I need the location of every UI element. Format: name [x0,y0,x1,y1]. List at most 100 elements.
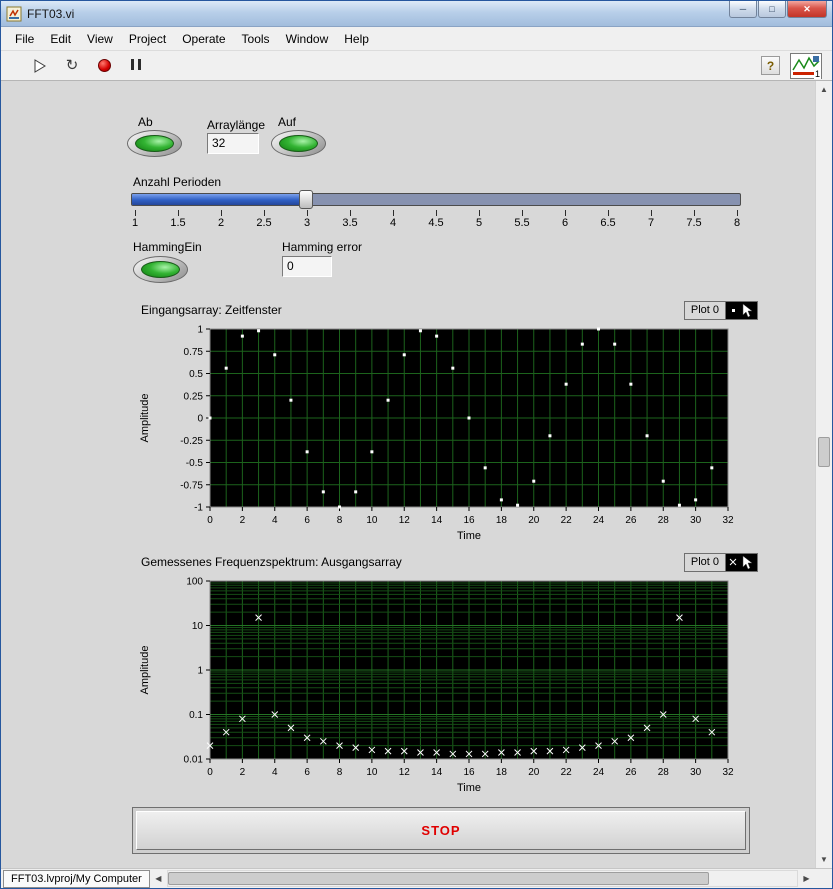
auf-led-icon [279,135,318,152]
vi-number-badge: 1 [813,68,821,79]
svg-text:6: 6 [304,767,310,778]
menu-operate[interactable]: Operate [174,29,233,49]
arraylaenge-label: Arraylänge [207,118,266,132]
front-panel: Ab Arraylänge 32 Auf Anzahl Perioden 1 1.… [1,81,815,868]
vertical-scrollbar-thumb[interactable] [818,436,830,467]
abort-button[interactable] [93,55,115,77]
menu-edit[interactable]: Edit [42,29,79,49]
vertical-scrollbar[interactable]: ▲ ▼ [815,81,832,868]
maximize-button[interactable]: □ [758,1,786,18]
slider-tick [608,210,609,216]
cursor-arrow-icon [742,302,753,317]
hamming-ein-label: HammingEin [133,240,202,254]
slider-tick-label: 7 [647,217,655,229]
svg-text:-0.75: -0.75 [180,480,203,491]
slider-tick-label: 6 [561,217,569,229]
slider-tick-label: 2.5 [256,217,272,229]
slider-tick [694,210,695,216]
svg-text:100: 100 [186,577,203,588]
time-graph-title: Eingangsarray: Zeitfenster [141,303,282,317]
svg-text:Amplitude: Amplitude [139,646,151,695]
svg-text:10: 10 [366,767,378,778]
statusbar: FFT03.lvproj/My Computer ◀ ▶ [1,868,832,888]
svg-text:12: 12 [399,767,411,778]
svg-text:1: 1 [197,666,203,677]
svg-text:0.01: 0.01 [184,755,204,766]
svg-text:20: 20 [528,767,540,778]
spectrum-graph-legend[interactable]: Plot 0 [683,552,758,572]
arraylaenge-input[interactable]: 32 [207,133,259,154]
menu-project[interactable]: Project [121,29,174,49]
tab-scroll-left-button[interactable]: ◀ [150,869,167,888]
help-button[interactable]: ? [761,56,780,75]
time-graph-legend[interactable]: Plot 0 [683,300,758,320]
svg-text:28: 28 [658,767,670,778]
hamming-led-icon [141,261,180,278]
svg-text:0.1: 0.1 [189,710,203,721]
slider-tick [479,210,480,216]
hamming-error-label: Hamming error [282,240,363,254]
menu-tools[interactable]: Tools [234,29,278,49]
svg-text:1: 1 [197,325,203,336]
slider-tick-label: 1 [131,217,139,229]
time-domain-chart: 10.750.50.250-0.25-0.5-0.75-10 2 4 6 8 10 12 14… [139,325,734,543]
hamming-error-output: 0 [282,256,332,277]
scroll-up-button[interactable]: ▲ [816,81,832,98]
svg-text:2: 2 [240,515,246,526]
stop-button[interactable]: STOP [136,811,746,850]
slider-tick [221,210,222,216]
slider-tick-label: 2 [217,217,225,229]
slider-tick [350,210,351,216]
cursor-arrow-icon [742,554,753,569]
ab-button[interactable] [127,130,182,157]
svg-text:16: 16 [463,767,475,778]
slider-tick-label: 3 [303,217,311,229]
scroll-right-icon: ▶ [803,874,810,883]
svg-text:24: 24 [593,767,605,778]
scrollbar-corner [815,869,832,888]
slider-tick [393,210,394,216]
close-button[interactable]: ✕ [787,1,827,18]
run-continuous-button[interactable]: ↻ [61,55,83,77]
titlebar[interactable]: FFT03.vi ─ □ ✕ [1,1,832,27]
slider-tick [565,210,566,216]
svg-text:18: 18 [496,515,508,526]
svg-text:12: 12 [399,515,411,526]
toolbar: ↻ ? 1 [1,51,832,81]
svg-text:14: 14 [431,767,443,778]
svg-text:10: 10 [366,515,378,526]
slider-fill [132,194,306,205]
svg-text:30: 30 [690,515,702,526]
svg-text:8: 8 [337,767,343,778]
pause-button[interactable] [125,55,147,77]
svg-text:0: 0 [197,414,203,425]
vertical-scrollbar-track[interactable] [816,98,832,851]
auf-button[interactable] [271,130,326,157]
auf-label: Auf [278,115,297,129]
scroll-right-button[interactable]: ▶ [798,869,815,888]
scroll-up-icon: ▲ [820,85,828,94]
legend-marker-chip [725,553,757,571]
minimize-button[interactable]: ─ [729,1,757,18]
horizontal-scrollbar[interactable] [166,870,798,887]
run-button[interactable] [29,55,51,77]
anzahl-perioden-slider[interactable] [131,190,741,209]
svg-text:10: 10 [192,621,204,632]
scroll-down-button[interactable]: ▼ [816,851,832,868]
abort-icon [97,59,111,72]
hamming-ein-button[interactable] [133,256,188,283]
menu-view[interactable]: View [79,29,121,49]
svg-text:8: 8 [337,515,343,526]
menu-help[interactable]: Help [336,29,377,49]
slider-thumb[interactable] [298,190,313,209]
project-tab[interactable]: FFT03.lvproj/My Computer [3,870,150,888]
slider-tick [522,210,523,216]
slider-tick-label: 4.5 [428,217,444,229]
close-icon: ✕ [803,3,811,14]
horizontal-scrollbar-thumb[interactable] [167,872,709,885]
menu-file[interactable]: File [7,29,42,49]
svg-text:0.5: 0.5 [189,369,203,380]
menu-window[interactable]: Window [278,29,337,49]
stop-button-frame: STOP [132,807,750,854]
slider-tick [135,210,136,216]
